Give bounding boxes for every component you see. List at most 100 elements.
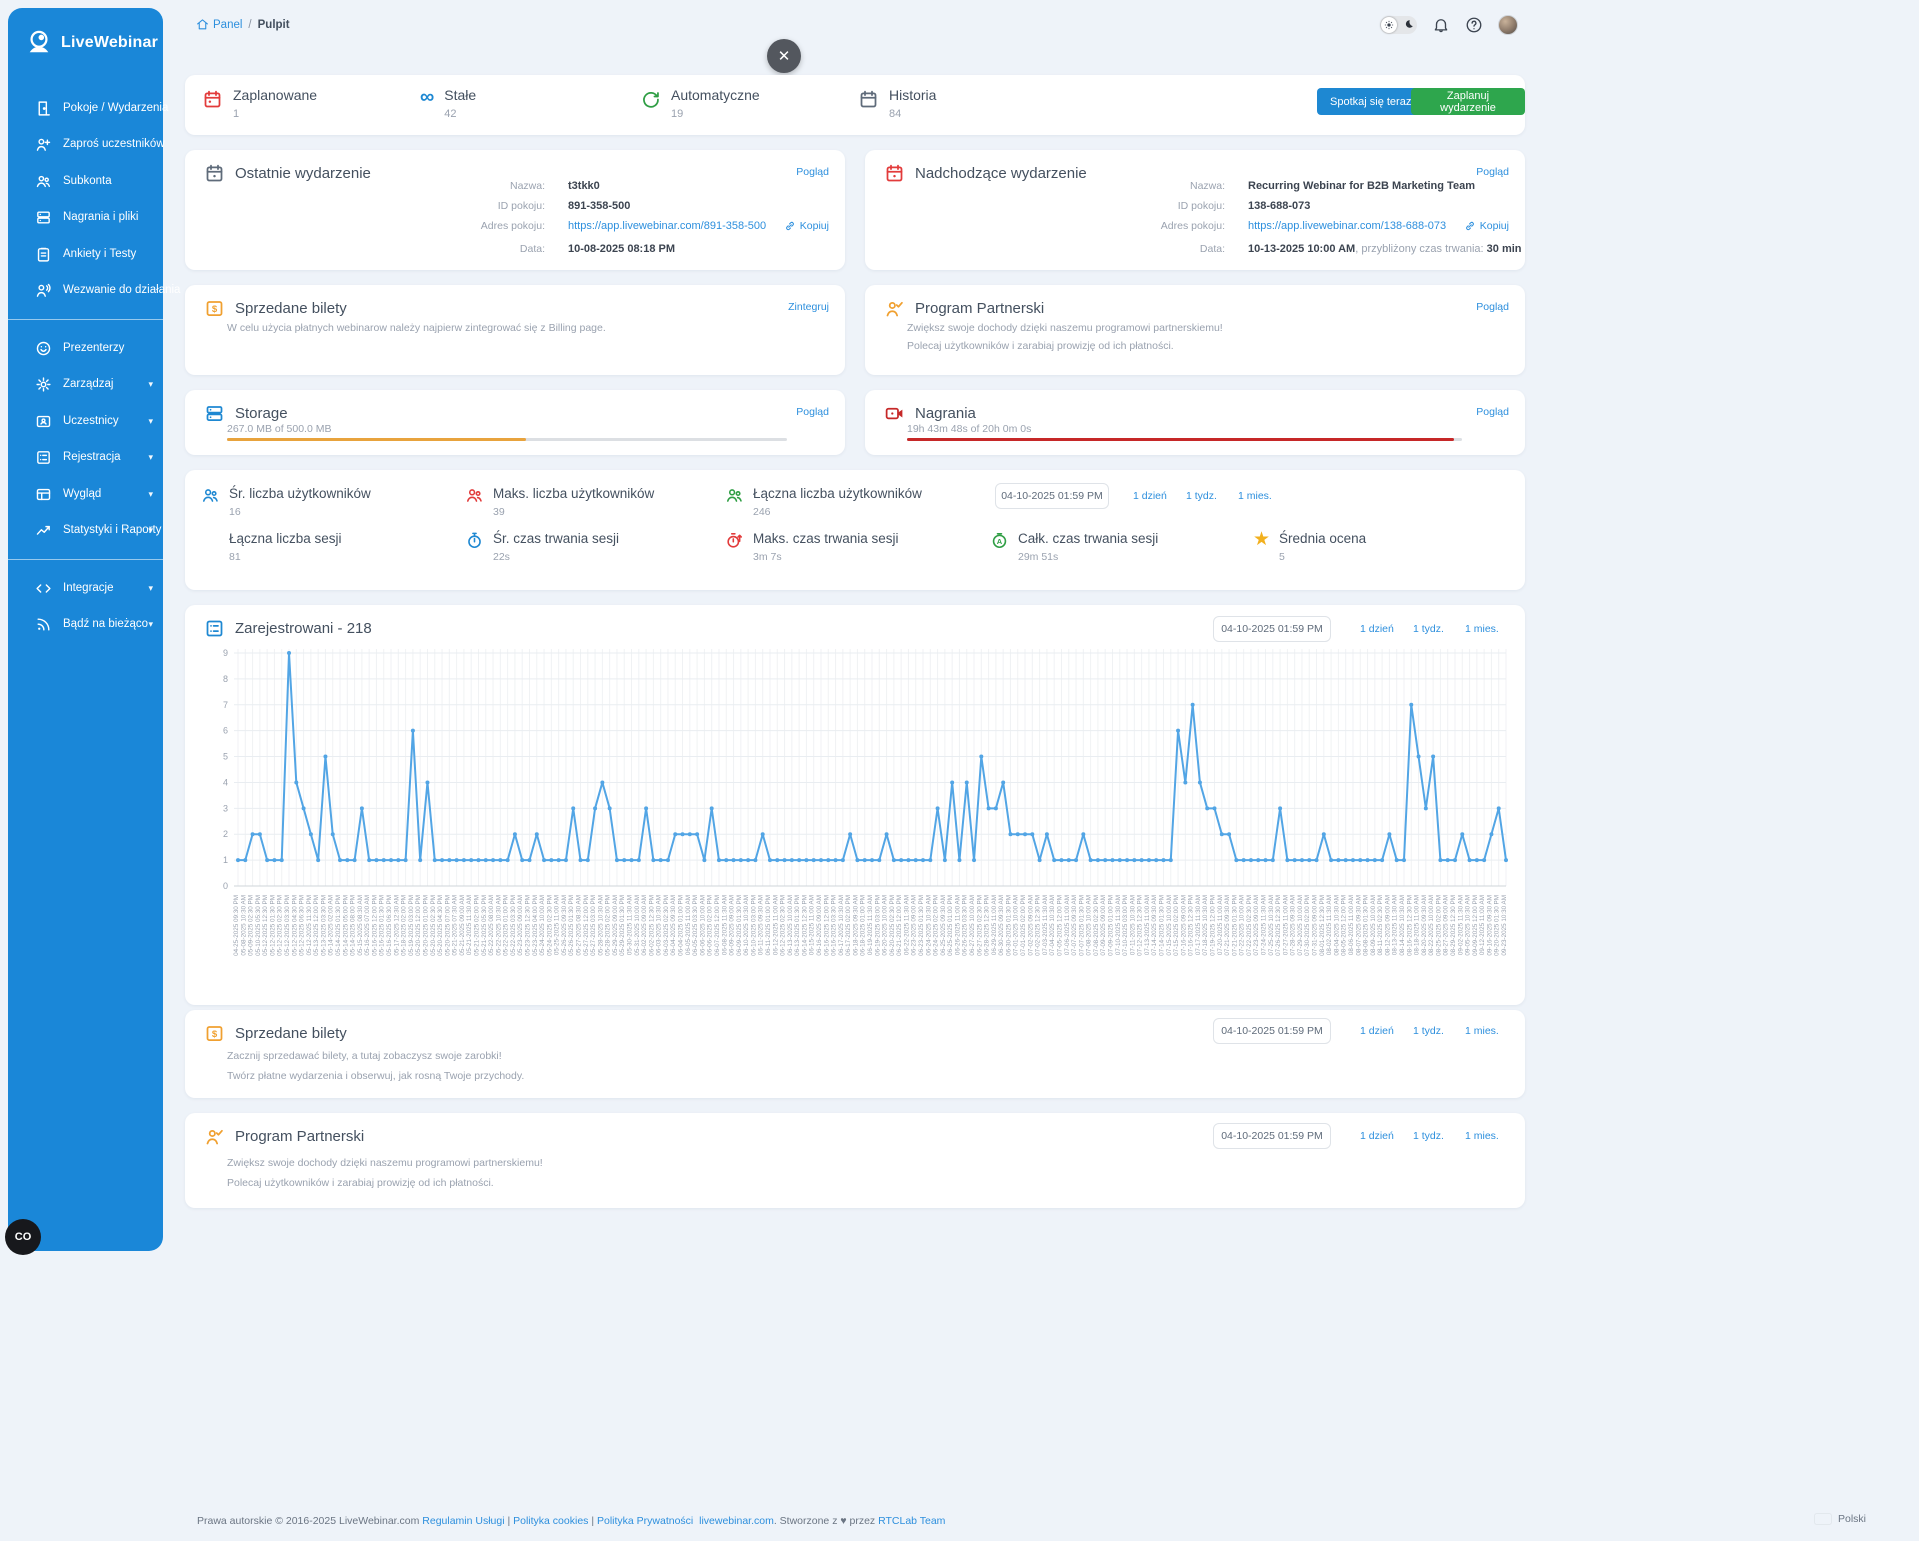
range-1-day-link[interactable]: 1 dzień [1133, 490, 1167, 502]
svg-text:06-05-2025 03:30 PM: 06-05-2025 03:30 PM [692, 895, 699, 956]
view-link[interactable]: Pogląd [796, 166, 829, 178]
copy-link[interactable]: Kopiuj [1464, 220, 1509, 232]
sidebar-item-rejestracja[interactable]: Rejestracja ▾ [8, 442, 163, 472]
svg-text:07-10-2025 11:30 AM: 07-10-2025 11:30 AM [1115, 895, 1122, 955]
svg-text:06-16-2025 12:00 PM: 06-16-2025 12:00 PM [823, 895, 830, 956]
storage-progress-track [227, 438, 787, 441]
cookies-policy-link[interactable]: Polityka cookies [513, 1515, 588, 1527]
metric-value: 5 [1279, 551, 1366, 563]
room-url-link[interactable]: https://app.livewebinar.com/891-358-500 [568, 220, 766, 232]
sidebar-item-integracje[interactable]: Integracje ▾ [8, 573, 163, 603]
svg-text:4: 4 [223, 777, 228, 787]
svg-text:09-12-2025 11:00 AM: 09-12-2025 11:00 AM [1479, 895, 1486, 955]
help-icon[interactable] [1465, 16, 1483, 34]
sidebar-item-wezwanie-do-dzialania[interactable]: Wezwanie do działania [8, 275, 163, 305]
svg-text:05-22-2025 10:30 AM: 05-22-2025 10:30 AM [495, 895, 502, 956]
integrate-link[interactable]: Zintegruj [788, 301, 829, 313]
language-selector[interactable]: Polski [1815, 1513, 1866, 1525]
sidebar-item-label: Uczestnicy [63, 415, 119, 427]
svg-text:08-02-2025 11:30 AM: 08-02-2025 11:30 AM [1326, 895, 1333, 955]
range-1-week-link[interactable]: 1 tydz. [1413, 1025, 1444, 1037]
breadcrumb-panel-link[interactable]: Panel [196, 18, 242, 31]
sidebar-item-label: Zarządzaj [63, 378, 114, 390]
view-link[interactable]: Pogląd [796, 406, 829, 418]
date-range-input[interactable] [1213, 1018, 1331, 1044]
view-link[interactable]: Pogląd [1476, 301, 1509, 313]
metric-total-session-time: A Całk. czas trwania sesji29m 51s [990, 530, 1158, 563]
svg-text:08-14-2025 10:30 AM: 08-14-2025 10:30 AM [1399, 895, 1406, 956]
calendar-icon [884, 163, 905, 184]
sidebar-item-label: Subkonta [63, 175, 112, 187]
range-1-month-link[interactable]: 1 mies. [1465, 623, 1499, 635]
range-1-month-link[interactable]: 1 mies. [1465, 1025, 1499, 1037]
view-link[interactable]: Pogląd [1476, 406, 1509, 418]
card-title: Nagrania [915, 405, 976, 422]
svg-text:07-08-2025 10:00 AM: 07-08-2025 10:00 AM [1086, 895, 1093, 956]
svg-text:06-11-2025 09:30 AM: 06-11-2025 09:30 AM [758, 895, 765, 955]
svg-text:05-20-2025 12:00 PM: 05-20-2025 12:00 PM [415, 895, 422, 956]
sidebar-item-statystyki-i-raporty[interactable]: Statystyki i Raporty ▾ [8, 515, 163, 545]
sidebar-item-wyglad[interactable]: Wygląd ▾ [8, 479, 163, 509]
schedule-event-button[interactable]: Zaplanuj wydarzenie [1411, 88, 1525, 115]
card-description: Zacznij sprzedawać bilety, a tutaj zobac… [227, 1050, 502, 1062]
close-icon[interactable]: ✕ [767, 39, 801, 73]
livewebinar-logo[interactable]: LiveWebinar [8, 8, 163, 56]
svg-text:09-20-2025 01:30 PM: 09-20-2025 01:30 PM [1494, 895, 1501, 956]
svg-text:08-01-2025 12:30 PM: 08-01-2025 12:30 PM [1319, 895, 1326, 956]
range-1-week-link[interactable]: 1 tydz. [1413, 1130, 1444, 1142]
range-1-week-link[interactable]: 1 tydz. [1413, 623, 1444, 635]
svg-text:06-19-2025 11:30 AM: 06-19-2025 11:30 AM [867, 895, 874, 955]
svg-text:05-21-2025 07:30 AM: 05-21-2025 07:30 AM [452, 895, 459, 956]
stopwatch-up-icon [725, 531, 744, 550]
range-1-month-link[interactable]: 1 mies. [1238, 490, 1272, 502]
svg-text:07-07-2025 09:30 AM: 07-07-2025 09:30 AM [1071, 895, 1078, 956]
theme-toggle[interactable] [1380, 16, 1417, 34]
form-list-icon [35, 449, 52, 466]
recordings-card: Nagrania Pogląd 19h 43m 48s of 20h 0m 0s [865, 390, 1525, 455]
svg-text:$: $ [212, 304, 218, 315]
stat-value: 84 [889, 108, 936, 120]
trending-up-icon [35, 522, 52, 539]
sidebar-item-zapros-uczestnikow[interactable]: Zaproś uczestników [8, 129, 163, 159]
user-avatar[interactable] [1498, 15, 1518, 35]
date-range-input[interactable] [1213, 616, 1331, 642]
range-1-month-link[interactable]: 1 mies. [1465, 1130, 1499, 1142]
range-1-week-link[interactable]: 1 tydz. [1186, 490, 1217, 502]
svg-text:08-16-2025 12:30 PM: 08-16-2025 12:30 PM [1406, 895, 1413, 956]
copy-link[interactable]: Kopiuj [784, 220, 829, 232]
privacy-policy-link[interactable]: Polityka Prywatności [597, 1515, 693, 1527]
svg-text:05-22-2025 01:00 PM: 05-22-2025 01:00 PM [503, 895, 510, 956]
svg-text:06-06-2025 10:00 AM: 06-06-2025 10:00 AM [699, 895, 706, 956]
cookie-widget-button[interactable]: CO [5, 1219, 41, 1255]
sidebar-item-pokoje-wydarzenia[interactable]: Pokoje / Wydarzenia [8, 93, 163, 123]
sidebar-item-subkonta[interactable]: Subkonta [8, 166, 163, 196]
svg-text:07-22-2025 10:00 AM: 07-22-2025 10:00 AM [1239, 895, 1246, 956]
svg-text:07-21-2025 09:30 AM: 07-21-2025 09:30 AM [1224, 895, 1231, 956]
svg-text:05-12-2025 02:30 PM: 05-12-2025 02:30 PM [277, 895, 284, 956]
sidebar-item-zarzadzaj[interactable]: Zarządzaj ▾ [8, 369, 163, 399]
sidebar-item-uczestnicy[interactable]: Uczestnicy ▾ [8, 406, 163, 436]
person-check-icon [884, 298, 905, 319]
range-1-day-link[interactable]: 1 dzień [1360, 623, 1394, 635]
sidebar-item-nagrania-i-pliki[interactable]: Nagrania i pliki [8, 202, 163, 232]
terms-link[interactable]: Regulamin Usługi [422, 1515, 504, 1527]
svg-text:05-08-2025 10:30 AM: 05-08-2025 10:30 AM [240, 895, 247, 956]
view-link[interactable]: Pogląd [1476, 166, 1509, 178]
svg-text:06-05-2025 11:00 AM: 06-05-2025 11:00 AM [685, 895, 692, 955]
date-range-input[interactable] [995, 483, 1109, 509]
svg-text:06-13-2025 10:00 AM: 06-13-2025 10:00 AM [787, 895, 794, 956]
range-1-day-link[interactable]: 1 dzień [1360, 1130, 1394, 1142]
dashboard-page: LiveWebinar Pokoje / Wydarzenia Zaproś u… [0, 0, 1919, 1541]
sidebar-item-prezenterzy[interactable]: Prezenterzy [8, 333, 163, 363]
svg-text:06-20-2025 10:00 AM: 06-20-2025 10:00 AM [882, 895, 889, 956]
sidebar-item-badz-na-biezaco[interactable]: Bądź na bieżąco ▾ [8, 609, 163, 639]
rtclab-link[interactable]: RTCLab Team [878, 1515, 945, 1527]
meet-now-button[interactable]: Spotkaj się teraz [1317, 88, 1424, 115]
site-link[interactable]: livewebinar.com [699, 1515, 774, 1527]
range-1-day-link[interactable]: 1 dzień [1360, 1025, 1394, 1037]
room-url-link[interactable]: https://app.livewebinar.com/138-688-073 [1248, 220, 1446, 232]
notifications-bell-icon[interactable] [1432, 16, 1450, 34]
sidebar-item-ankiety-i-testy[interactable]: Ankiety i Testy [8, 239, 163, 269]
svg-text:08-13-2025 11:30 AM: 08-13-2025 11:30 AM [1392, 895, 1399, 955]
date-range-input[interactable] [1213, 1123, 1331, 1149]
